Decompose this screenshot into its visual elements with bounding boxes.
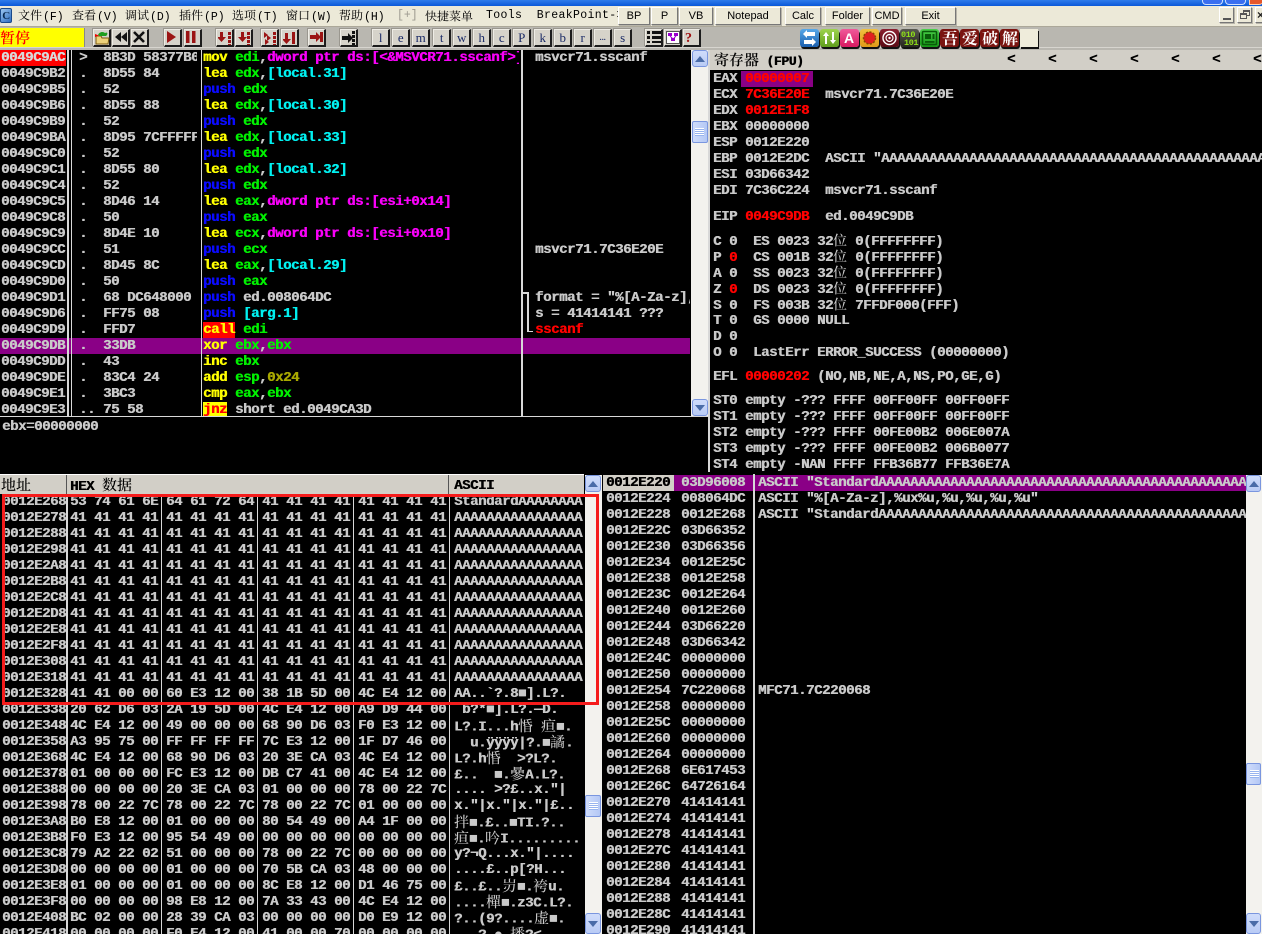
svg-text:A: A — [844, 30, 854, 46]
svg-text:101: 101 — [904, 38, 918, 47]
svg-text:?: ? — [685, 31, 692, 44]
